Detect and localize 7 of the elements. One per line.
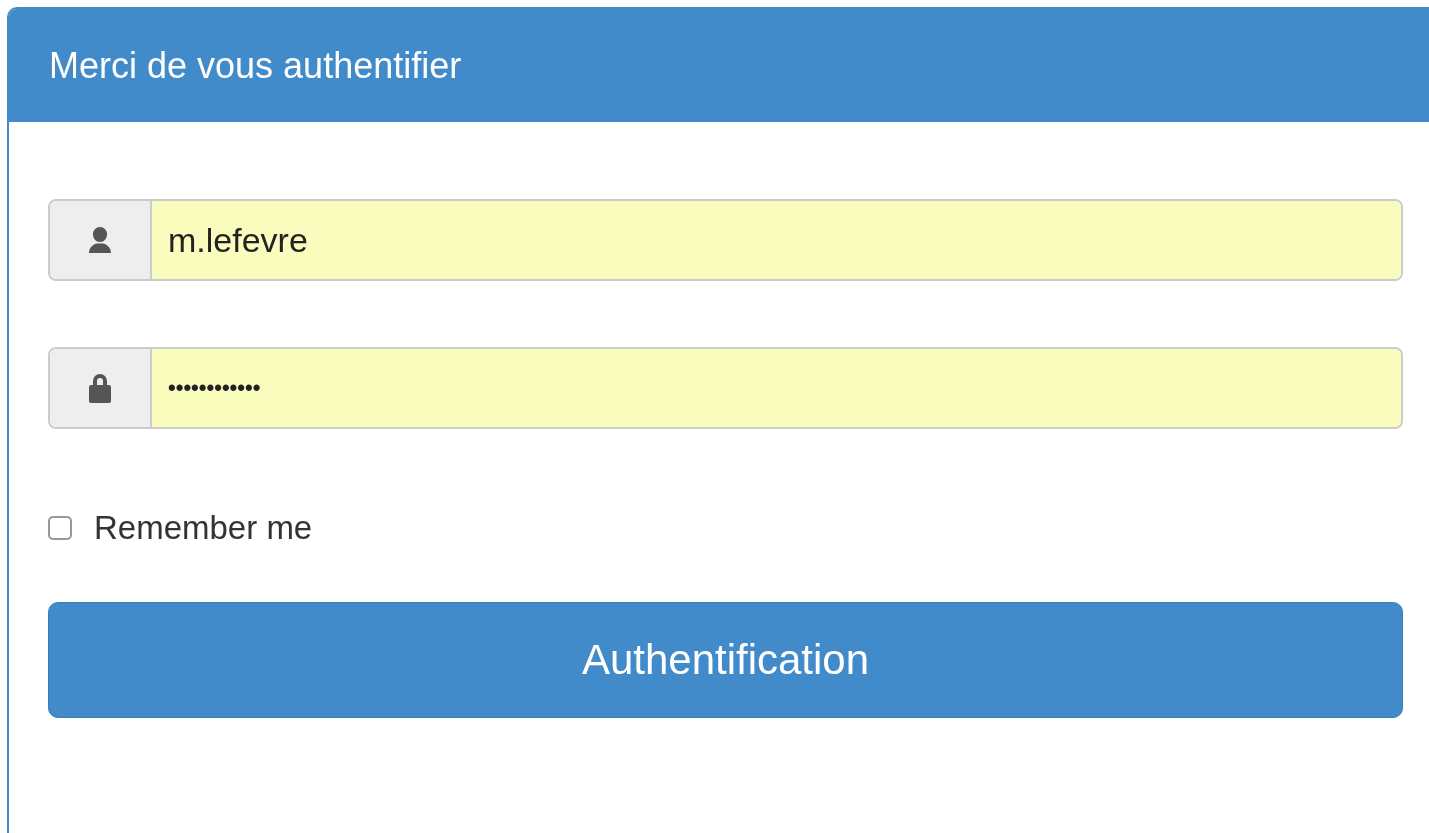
lock-icon — [87, 372, 113, 404]
remember-checkbox[interactable] — [48, 516, 72, 540]
remember-label[interactable]: Remember me — [94, 509, 313, 547]
username-field[interactable]: m.lefevre — [48, 199, 1403, 281]
login-button[interactable]: Authentification — [48, 602, 1403, 718]
password-field[interactable]: •••••••••••• — [48, 347, 1403, 429]
panel-title: Merci de vous authentifier — [49, 44, 462, 87]
